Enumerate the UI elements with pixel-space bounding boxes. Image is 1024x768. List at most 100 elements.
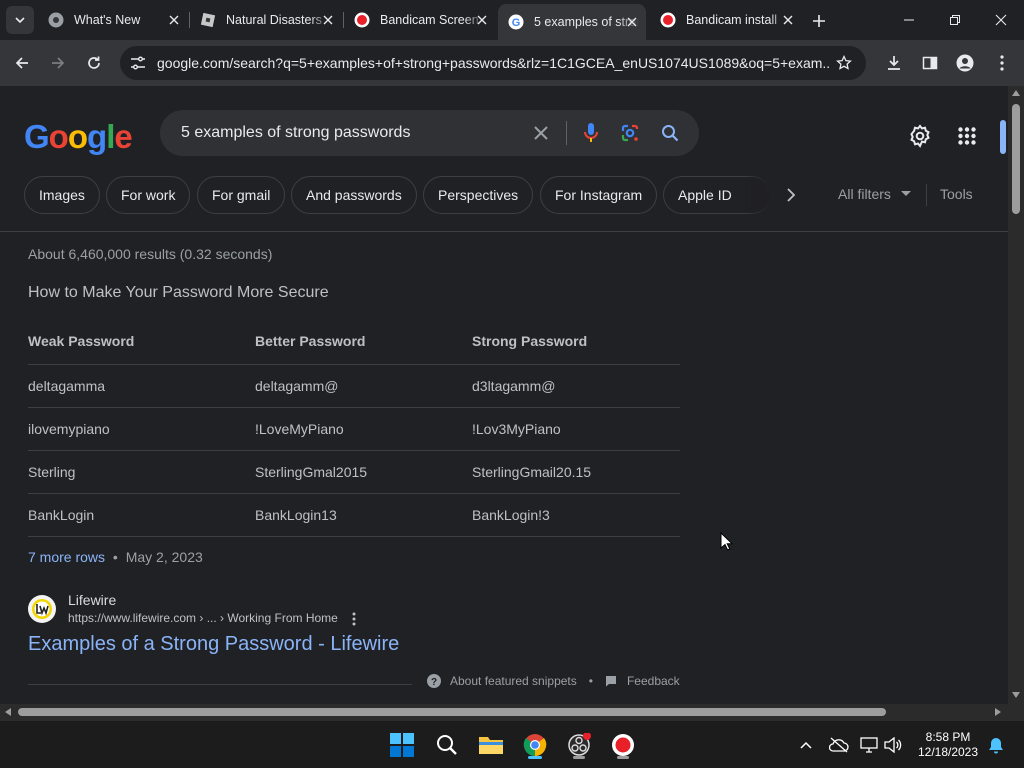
network-icon[interactable] [860,737,878,753]
result-stats: About 6,460,000 results (0.32 seconds) [28,246,273,262]
voice-search-button[interactable] [580,122,602,144]
new-tab-button[interactable] [808,10,830,32]
mouse-cursor-icon [720,532,734,551]
tab-google-search[interactable]: G 5 examples of strong [498,4,646,40]
close-icon[interactable] [624,14,640,30]
download-icon [888,56,900,70]
chips-next-button[interactable] [786,187,796,208]
search-box[interactable]: 5 examples of strong passwords [160,110,699,156]
table-cell: !Lov3MyPiano [472,407,680,451]
side-panel-button[interactable] [917,50,943,76]
chip-and-passwords[interactable]: And passwords [291,176,417,214]
arrow-left-icon [15,57,28,69]
chip-perspectives[interactable]: Perspectives [423,176,534,214]
svg-text:G: G [512,17,521,29]
file-explorer-button[interactable] [473,729,509,761]
profile-button[interactable] [952,50,978,76]
vertical-scrollbar[interactable] [1008,86,1024,704]
close-icon[interactable] [320,12,336,28]
all-filters-label: All filters [838,186,891,202]
table-row: BankLogin BankLogin13 BankLogin!3 [28,493,680,537]
back-button[interactable] [9,50,35,76]
table-cell: SterlingGmal2015 [255,450,472,494]
bookmark-star-icon[interactable] [836,55,852,71]
chrome-icon [523,734,547,757]
system-clock[interactable]: 8:58 PM 12/18/2023 [912,730,984,760]
minimize-button[interactable] [886,0,932,40]
restore-button[interactable] [932,0,978,40]
tools-button[interactable]: Tools [940,186,973,202]
settings-button[interactable] [908,124,932,153]
running-app-indicator [617,756,629,759]
start-button[interactable] [384,729,420,761]
bandicam-icon [354,12,370,28]
close-icon [534,126,548,140]
chip-images[interactable]: Images [24,176,100,214]
chevron-right-icon [787,188,796,202]
bandicam-icon [660,12,676,28]
scroll-up-arrow-icon[interactable] [1012,90,1020,96]
more-vert-icon [1000,55,1004,71]
record-icon [612,734,634,756]
browser-toolbar: google.com/search?q=5+examples+of+strong… [0,40,1024,86]
chip-for-instagram[interactable]: For Instagram [540,176,658,214]
tab-search-button[interactable] [6,6,34,34]
address-bar[interactable]: google.com/search?q=5+examples+of+strong… [120,46,866,80]
close-icon[interactable] [166,12,182,28]
chip-apple-id[interactable]: Apple ID [663,176,771,214]
volume-icon[interactable] [884,737,902,753]
scroll-left-arrow-icon[interactable] [5,708,11,716]
close-icon[interactable] [474,12,490,28]
feedback-link[interactable]: Feedback [627,674,680,688]
scroll-down-arrow-icon[interactable] [1012,692,1020,698]
tab-label: What's New [74,13,141,27]
window-close-button[interactable] [978,0,1024,40]
taskbar-search-button[interactable] [429,729,465,761]
tab-strip: What's New Natural Disasters Bandicam Sc… [0,0,1024,40]
search-submit-button[interactable] [659,122,681,144]
google-apps-button[interactable] [958,127,976,150]
search-input[interactable]: 5 examples of strong passwords [181,124,410,142]
result-title-link[interactable]: Examples of a Strong Password - Lifewire [28,633,399,656]
bandicam-taskbar-button[interactable] [605,729,641,761]
downloads-button[interactable] [881,50,907,76]
chip-for-gmail[interactable]: For gmail [197,176,286,214]
table-cell: BankLogin13 [255,493,472,537]
close-icon[interactable] [780,12,796,28]
tab-whats-new[interactable]: What's New [38,6,188,34]
notification-bell-icon[interactable] [988,737,1004,754]
site-settings-icon[interactable] [130,56,146,70]
chrome-taskbar-button[interactable] [517,729,553,761]
all-filters-button[interactable]: All filters [838,186,911,202]
chip-for-work[interactable]: For work [106,176,191,214]
google-logo[interactable]: Google [24,118,133,156]
featured-snippet-table: Weak Password Better Password Strong Pas… [28,319,680,537]
cloud-off-icon[interactable] [829,737,849,753]
reload-button[interactable] [81,50,107,76]
tab-bandicam-install[interactable]: Bandicam install [650,6,802,34]
camera-lens-icon [621,124,639,142]
vertical-scroll-thumb[interactable] [1012,104,1020,214]
featured-snippet-title: How to Make Your Password More Secure [28,284,329,301]
folder-icon [479,737,503,754]
horizontal-scrollbar[interactable] [0,704,1008,720]
close-icon [995,14,1007,26]
about-featured-snippets-link[interactable]: About featured snippets [450,674,577,688]
forward-button[interactable] [45,50,71,76]
scroll-right-arrow-icon[interactable] [995,708,1001,716]
more-vert-icon[interactable] [352,612,356,626]
obs-taskbar-button[interactable] [561,729,597,761]
filters-separator [926,184,927,206]
table-header-row: Weak Password Better Password Strong Pas… [28,319,680,365]
chrome-menu-button[interactable] [989,50,1015,76]
more-rows-link[interactable]: 7 more rows [28,549,105,565]
horizontal-scroll-thumb[interactable] [18,708,886,716]
feedback-icon [605,676,616,687]
tab-bandicam-screen[interactable]: Bandicam Screen [344,6,496,34]
lens-search-button[interactable] [619,122,641,144]
table-cell: Sterling [28,450,255,494]
tab-natural-disasters[interactable]: Natural Disasters [190,6,342,34]
result-source[interactable]: Lifewire https://www.lifewire.com › ... … [28,592,688,632]
clear-search-button[interactable] [530,122,552,144]
chevron-up-icon[interactable] [800,741,812,749]
